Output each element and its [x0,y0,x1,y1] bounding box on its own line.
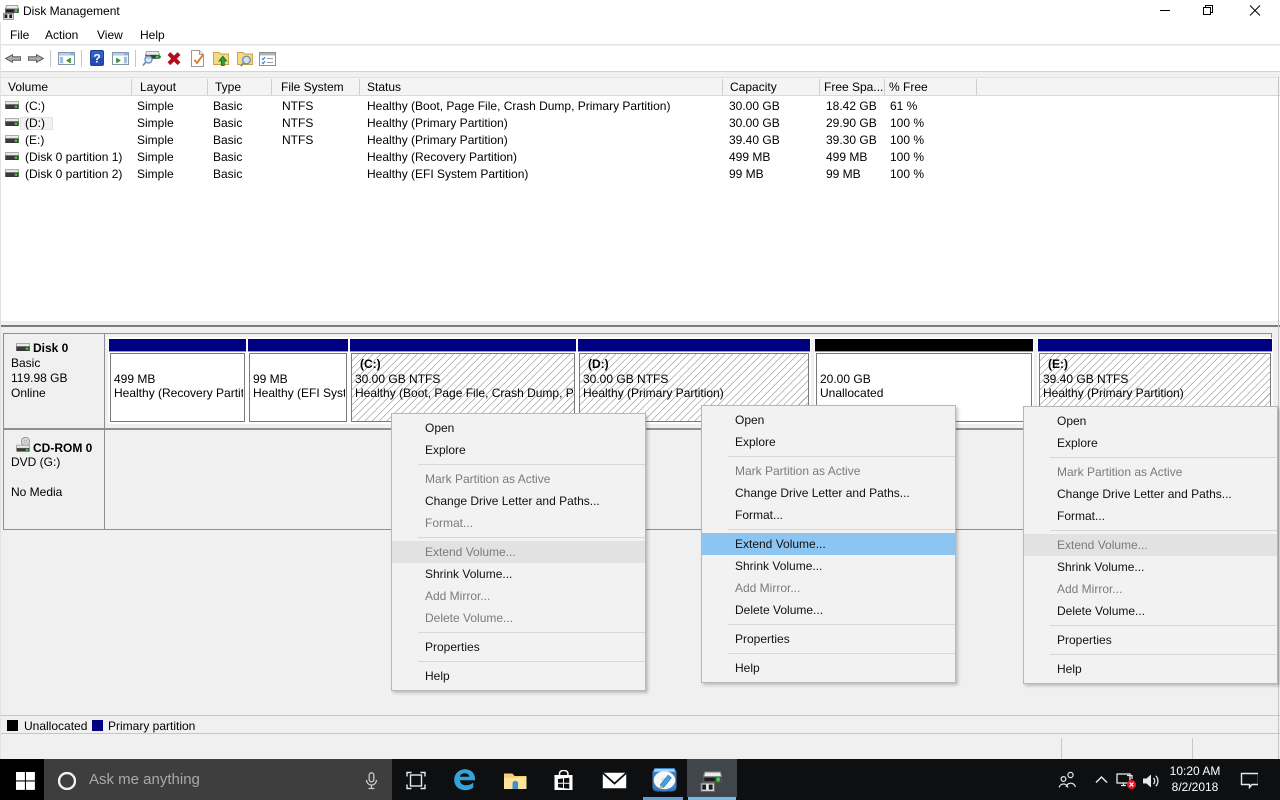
svg-text:?: ? [93,52,100,66]
